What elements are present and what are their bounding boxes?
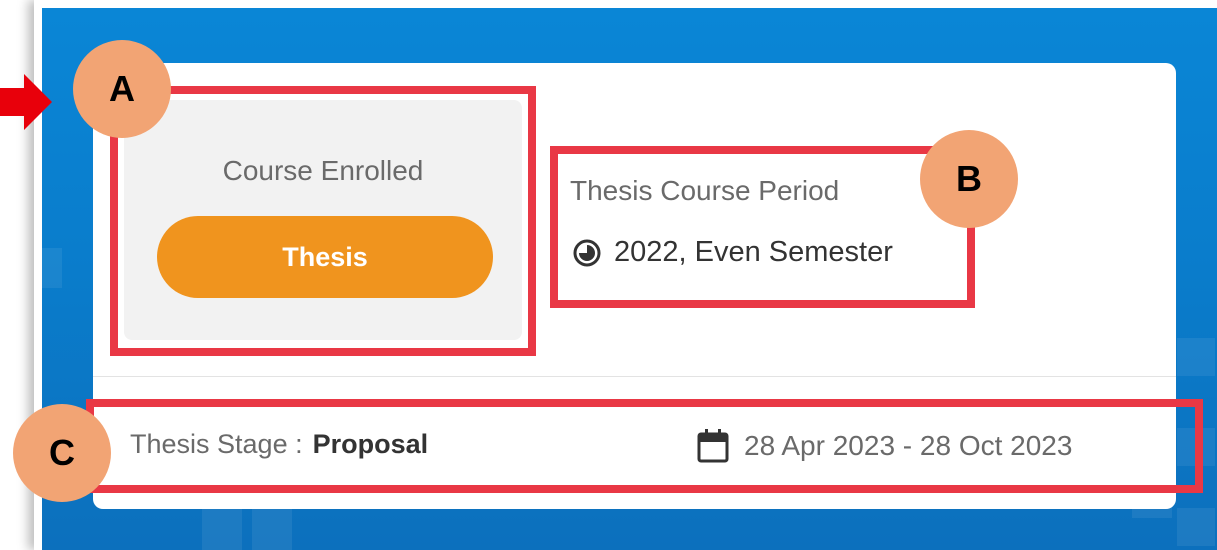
annotation-badge-c: C xyxy=(13,404,111,502)
card-divider xyxy=(93,376,1176,377)
highlight-box-b xyxy=(550,146,975,308)
pointer-arrow-icon xyxy=(0,74,52,130)
highlight-box-c xyxy=(86,399,1203,493)
annotation-badge-b: B xyxy=(920,130,1018,228)
highlight-box-a xyxy=(110,86,536,356)
annotation-badge-a: A xyxy=(73,40,171,138)
